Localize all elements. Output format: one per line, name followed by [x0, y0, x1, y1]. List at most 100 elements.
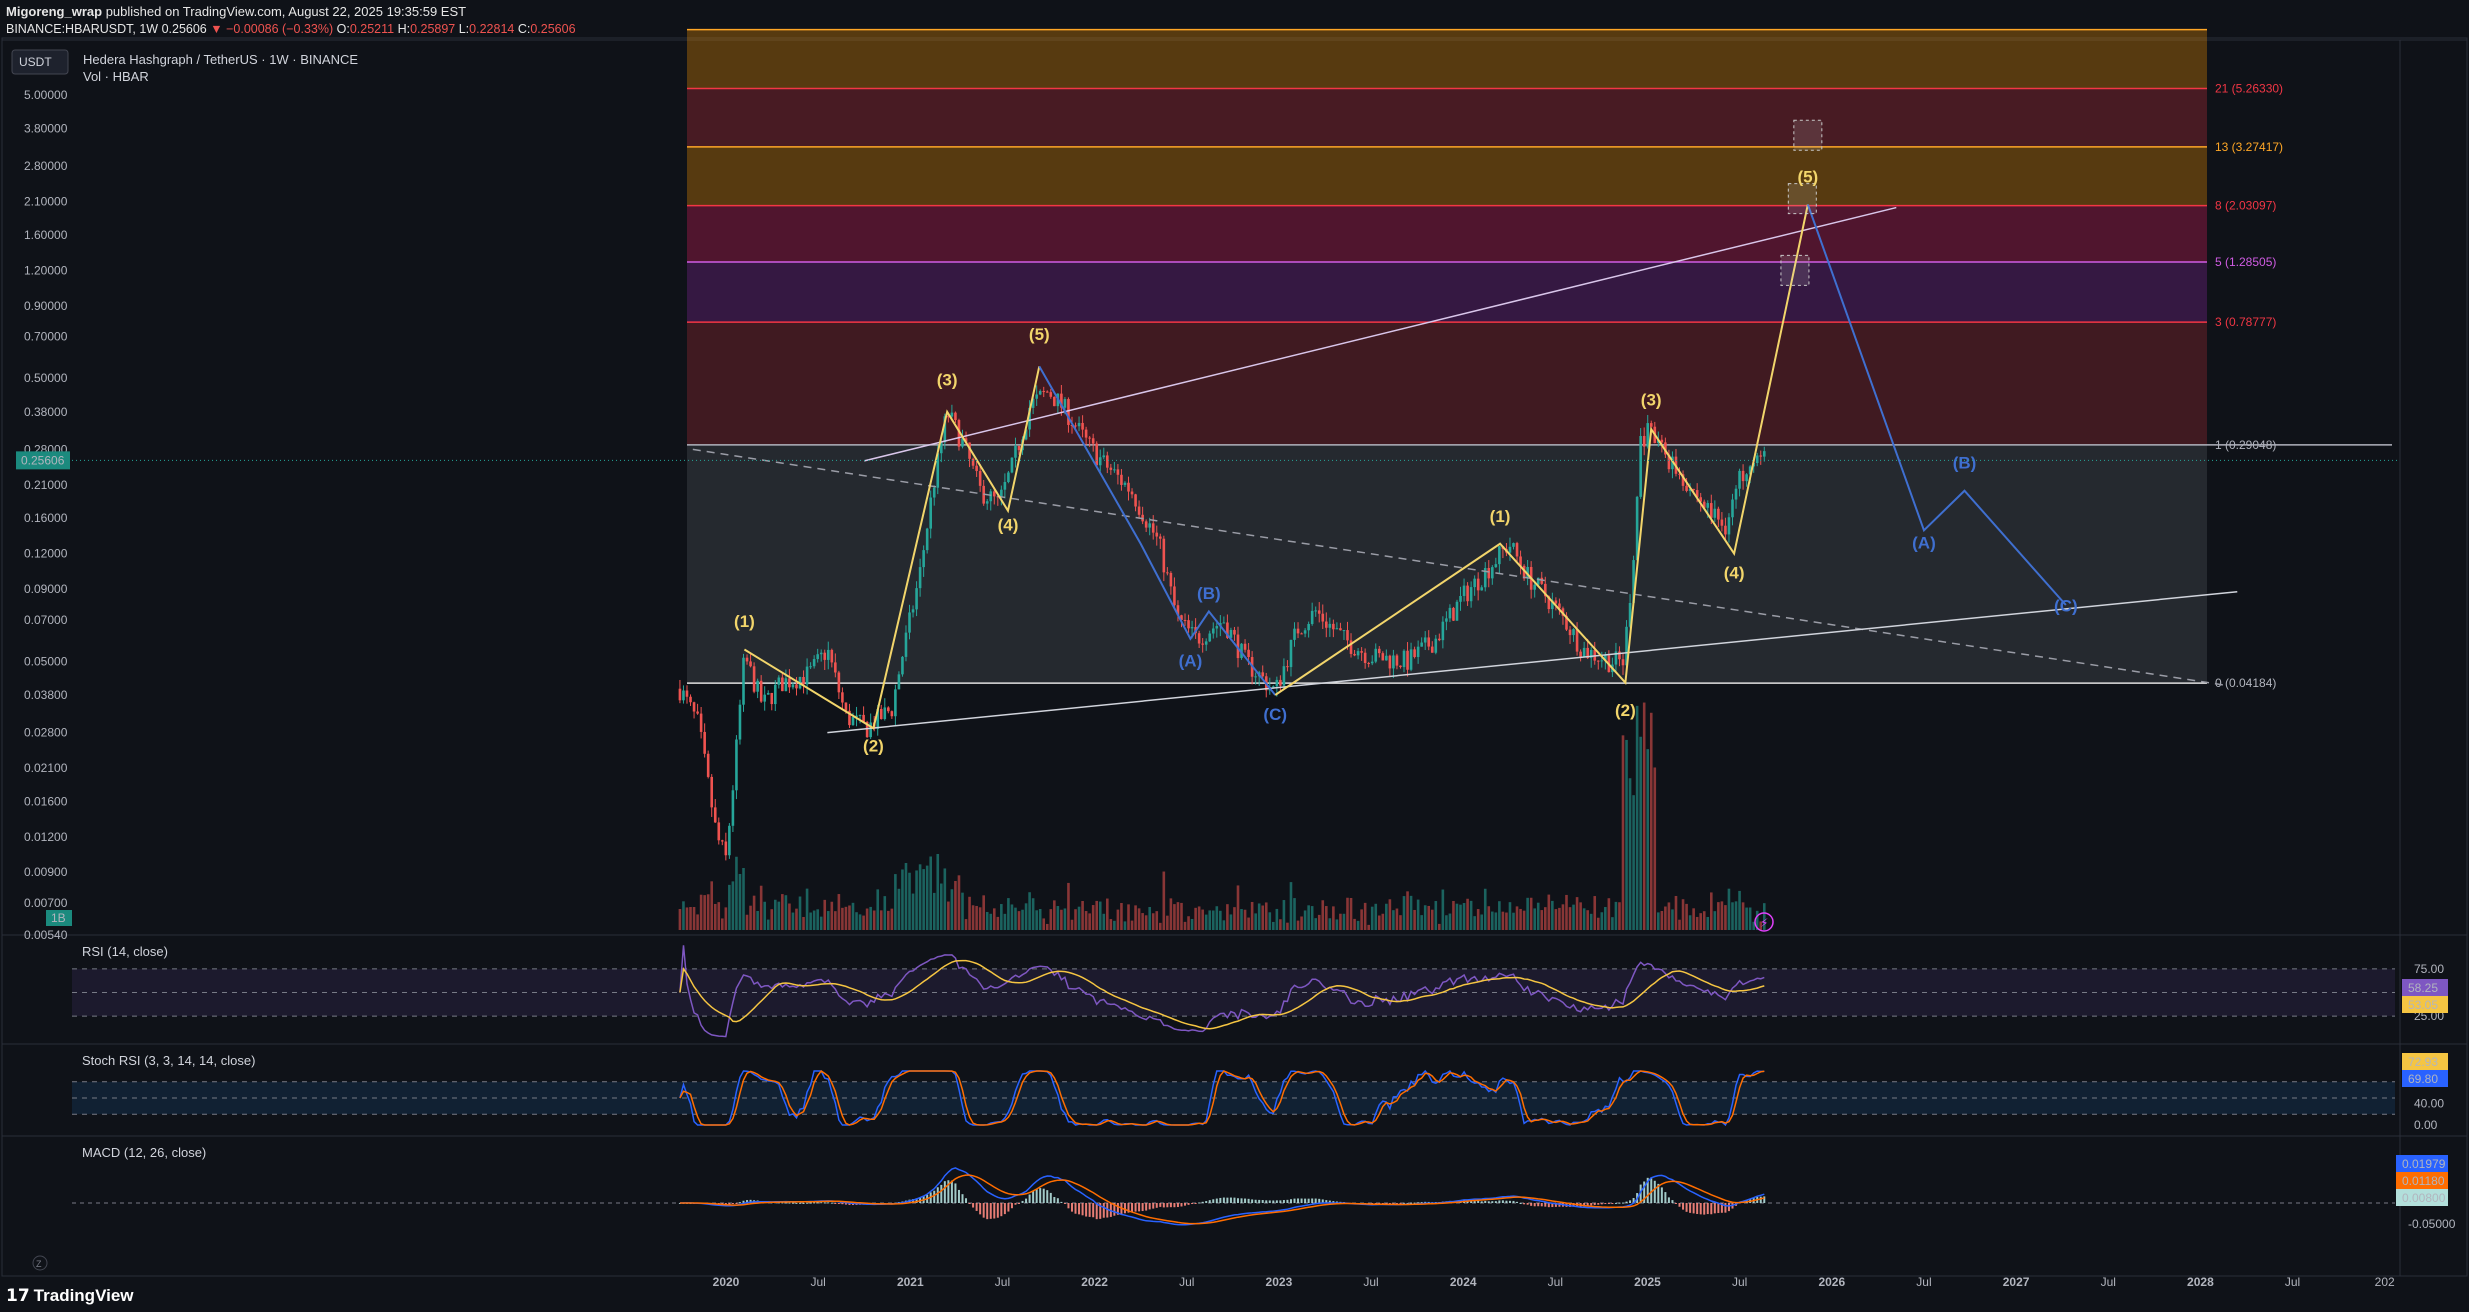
- candle-body: [1137, 506, 1141, 515]
- volume-bar: [1713, 911, 1717, 930]
- candle-body: [1116, 469, 1120, 475]
- candle-body: [763, 694, 766, 702]
- candle-body: [1356, 651, 1360, 656]
- volume-bar: [1091, 905, 1095, 930]
- macd-histogram-bar: [1293, 1198, 1296, 1203]
- macd-histogram-bar: [795, 1202, 798, 1204]
- candle-body: [1084, 429, 1088, 438]
- candle-body: [1173, 586, 1176, 606]
- price-tick-label: 0.00540: [24, 928, 68, 942]
- time-tick-label: 2027: [2003, 1275, 2030, 1289]
- candle-body: [1579, 651, 1582, 657]
- candle-body: [1508, 546, 1512, 553]
- volume-bar: [1671, 909, 1674, 930]
- volume-bar: [728, 884, 731, 930]
- macd-histogram-bar: [1671, 1200, 1674, 1203]
- candle-body: [706, 753, 710, 777]
- volume-bar: [1395, 908, 1399, 930]
- volume-bar: [1685, 903, 1688, 930]
- fib-level-label: 1 (0.29048): [2215, 438, 2276, 452]
- currency-button-label[interactable]: USDT: [19, 55, 52, 69]
- macd-histogram-bar: [1512, 1200, 1515, 1203]
- macd-histogram-bar: [1201, 1201, 1204, 1203]
- volume-bar: [1250, 901, 1254, 930]
- candle-body: [1063, 399, 1067, 408]
- candle-body: [834, 662, 837, 673]
- volume-bar: [1158, 922, 1162, 930]
- candle-body: [731, 790, 735, 826]
- macd-histogram-bar: [1593, 1203, 1596, 1206]
- time-tick-label: 2026: [1818, 1275, 1845, 1289]
- volume-bar: [897, 888, 901, 930]
- candle-body: [1473, 578, 1476, 588]
- chart-canvas[interactable]: 0 (0.04184) 1 (0.29048) 3 (0.78777) 5 (1.28…: [0, 0, 2469, 1312]
- candle-body: [1727, 517, 1731, 535]
- tradingview-brand[interactable]: 17 TradingView: [6, 1286, 134, 1306]
- stoch-tick: 0.00: [2414, 1118, 2438, 1132]
- symbol-line: BINANCE:HBARUSDT, 1W 0.25606: [6, 22, 207, 36]
- rsi-value-label: 58.25: [2408, 981, 2438, 995]
- price-tick-label: 0.05000: [24, 654, 68, 668]
- candle-body: [830, 649, 834, 663]
- volume-bar: [1098, 901, 1102, 930]
- macd-histogram-bar: [1494, 1201, 1497, 1203]
- macd-histogram-bar: [834, 1203, 837, 1204]
- volume-bar: [1508, 902, 1512, 930]
- volume-bar: [1717, 902, 1720, 930]
- macd-histogram-bar: [841, 1203, 844, 1205]
- candle-body: [678, 688, 682, 701]
- macd-histogram-bar: [1597, 1203, 1600, 1205]
- candle-body: [1339, 628, 1342, 631]
- macd-histogram-bar: [731, 1203, 734, 1205]
- volume-bar: [1166, 915, 1169, 930]
- macd-histogram-bar: [802, 1202, 805, 1204]
- macd-histogram-bar: [1095, 1203, 1098, 1220]
- volume-bar: [1173, 904, 1176, 930]
- stoch-d-label: 69.80: [2408, 1072, 2438, 1086]
- volume-bar: [1660, 911, 1664, 930]
- volume-bar: [1056, 906, 1060, 930]
- last-price-label: 0.25606: [21, 453, 65, 467]
- volume-bar: [1438, 923, 1441, 930]
- volume-bar: [1430, 909, 1434, 930]
- volume-bar: [1067, 882, 1070, 930]
- candle-body: [929, 497, 933, 529]
- macd-histogram-bar: [1233, 1197, 1236, 1203]
- wave-label: (4): [1724, 563, 1745, 582]
- volume-bar: [865, 908, 869, 930]
- volume-bar: [1321, 900, 1325, 930]
- macd-histogram-bar: [986, 1203, 989, 1220]
- macd-histogram-bar: [1208, 1200, 1211, 1203]
- volume-bar: [830, 901, 834, 930]
- volume-bar: [950, 889, 954, 930]
- macd-histogram-bar: [1678, 1203, 1681, 1207]
- macd-histogram-bar: [1240, 1198, 1243, 1203]
- volume-bar: [961, 892, 964, 930]
- macd-histogram-bar: [1505, 1200, 1508, 1203]
- author-name[interactable]: Migoreng_wrap: [6, 4, 102, 19]
- volume-bar: [819, 916, 823, 930]
- wave-label: (A): [1179, 651, 1203, 670]
- volume-bar: [1021, 909, 1024, 930]
- candle-body: [1279, 679, 1282, 686]
- macd-histogram-bar: [837, 1203, 840, 1204]
- volume-bar: [1081, 900, 1084, 930]
- time-tick-label: Jul: [1548, 1275, 1563, 1289]
- wave-label: (5): [1029, 325, 1050, 344]
- volume-bar: [985, 911, 989, 930]
- fib-zone: [687, 29, 2207, 89]
- candle-body: [985, 501, 989, 504]
- candle-body: [788, 678, 791, 688]
- candle-body: [713, 807, 717, 823]
- volume-bar: [1381, 913, 1385, 930]
- volume-bar: [1533, 908, 1536, 930]
- candle-body: [770, 692, 774, 705]
- macd-histogram-bar: [738, 1202, 741, 1204]
- candle-body: [1646, 423, 1650, 447]
- volume-bar: [809, 912, 812, 930]
- volume-bar: [1642, 702, 1646, 930]
- candle-body: [1166, 572, 1169, 574]
- volume-bar: [975, 905, 978, 930]
- price-tick-label: 1.20000: [24, 263, 68, 277]
- macd-histogram-bar: [1003, 1203, 1006, 1215]
